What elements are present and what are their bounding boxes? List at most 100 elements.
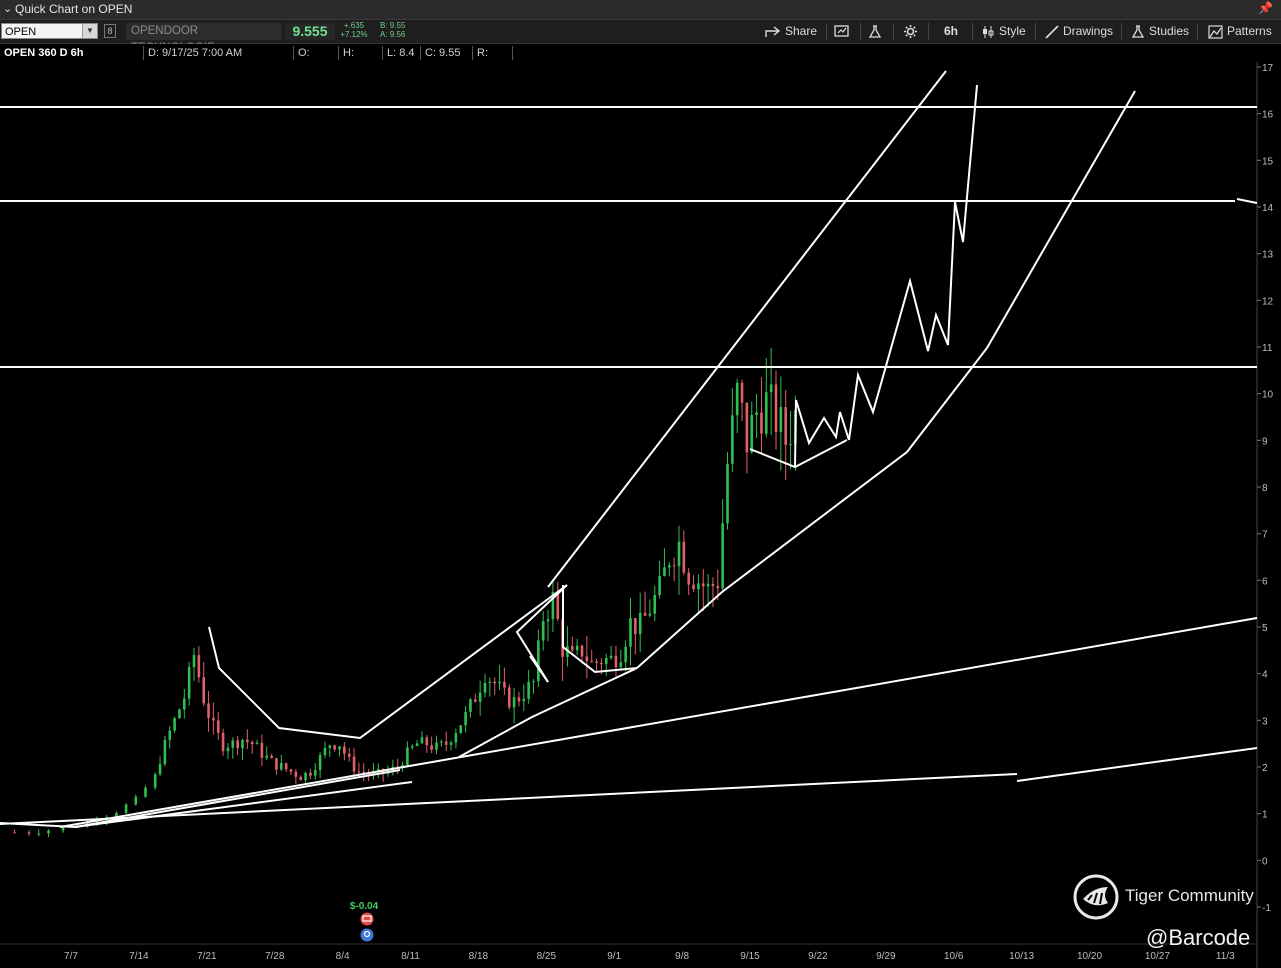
- drawings-label: Drawings: [1063, 24, 1114, 38]
- time-tick-label: 7/14: [129, 951, 149, 962]
- last-price: 9.555: [285, 23, 335, 40]
- candle-body: [503, 681, 506, 688]
- price-tick-label: 14: [1262, 203, 1274, 214]
- tiger-logo-icon: [1073, 874, 1119, 920]
- style-label: Style: [999, 24, 1026, 38]
- price-tick-label: 11: [1262, 343, 1273, 354]
- window-titlebar: ⌄ Quick Chart on OPEN 📌: [0, 0, 1281, 20]
- candle-body: [158, 764, 162, 775]
- chart-toolbar: ▼ 8 OPENDOOR TECHNOLOGIE 9.555 +.635 +7.…: [0, 20, 1281, 54]
- time-tick-label: 10/13: [1009, 951, 1034, 962]
- candle-body: [250, 741, 254, 745]
- candle-body: [740, 382, 744, 403]
- time-tick-label: 10/20: [1077, 951, 1102, 962]
- candle-body: [124, 804, 128, 814]
- candle-body: [653, 595, 657, 614]
- candle-body: [517, 697, 521, 702]
- toolbar-divider: [826, 23, 827, 40]
- info-marker-icon[interactable]: [360, 928, 374, 942]
- price-tick-label: 16: [1262, 110, 1274, 121]
- candle-body: [532, 681, 535, 683]
- price-tick-label: 12: [1262, 296, 1274, 307]
- candle-body: [187, 667, 191, 699]
- style-button[interactable]: Style: [981, 20, 1026, 43]
- collapse-chevron-icon[interactable]: ⌄: [3, 2, 12, 15]
- toolbar-divider: [860, 23, 861, 40]
- patterns-button[interactable]: Patterns: [1208, 20, 1272, 43]
- bar-range: R: 1.18: [473, 46, 513, 73]
- studies-button[interactable]: Studies: [1131, 20, 1189, 43]
- candle-body: [275, 758, 278, 770]
- candle-body: [357, 771, 361, 773]
- pen-icon: [1045, 25, 1059, 39]
- candle-body: [134, 796, 138, 805]
- ask-value: A: 9.56: [380, 30, 406, 39]
- toolbar-divider: [1121, 23, 1122, 40]
- candle-body: [328, 745, 332, 748]
- time-tick-label: 11/3: [1216, 951, 1235, 962]
- candle-body: [614, 655, 618, 668]
- candle-body: [643, 612, 647, 616]
- candle-body: [454, 733, 458, 743]
- bar-date: D: 9/17/25 7:00 AM: [144, 46, 294, 60]
- candle-body: [469, 699, 472, 712]
- candle-body: [711, 583, 715, 587]
- candle-body: [483, 682, 487, 693]
- candle-body: [309, 772, 312, 776]
- time-tick-label: 9/1: [607, 951, 621, 962]
- time-tick-label: 7/7: [64, 951, 78, 962]
- timeframe-selector[interactable]: 6h: [944, 20, 958, 43]
- candle-body: [595, 661, 598, 663]
- candle-body: [144, 787, 147, 797]
- link-icon[interactable]: 8: [104, 24, 116, 38]
- experiment-button[interactable]: [868, 20, 886, 43]
- candle-body: [692, 584, 695, 590]
- candle-body: [488, 681, 492, 683]
- price-tick-label: 4: [1262, 670, 1268, 681]
- candle-body: [299, 776, 302, 781]
- candle-body: [600, 662, 603, 665]
- share-button[interactable]: Share: [765, 20, 817, 43]
- time-tick-label: 8/18: [469, 951, 489, 962]
- candle-body: [585, 656, 589, 662]
- candle-body: [464, 711, 467, 726]
- candle-body: [541, 621, 545, 641]
- candle-body: [668, 565, 671, 568]
- candle-body: [527, 681, 530, 699]
- candle-body: [774, 384, 778, 432]
- chevron-down-icon[interactable]: ▼: [82, 24, 97, 38]
- candle-body: [37, 833, 41, 835]
- candle-body: [255, 742, 259, 745]
- symbol-input[interactable]: [2, 25, 83, 39]
- time-tick-label: 10/6: [944, 951, 964, 962]
- candle-body: [207, 703, 210, 718]
- candle-body: [444, 741, 448, 745]
- candle-body: [168, 730, 172, 740]
- candle-body: [750, 414, 754, 453]
- candle-body: [546, 619, 550, 622]
- candle-body: [280, 763, 283, 770]
- pin-icon[interactable]: 📌: [1258, 1, 1273, 15]
- candle-body: [537, 640, 540, 682]
- candle-body: [706, 583, 710, 587]
- candle-body: [241, 739, 244, 749]
- price-chart[interactable]: -101234567891011121314151617 7/7 7/14 7/21…: [0, 62, 1281, 968]
- chart-background: [0, 62, 1281, 968]
- change-percent: +7.12%: [340, 30, 368, 39]
- price-tick-label: 13: [1262, 250, 1274, 261]
- drawings-button[interactable]: Drawings: [1045, 20, 1113, 43]
- symbol-selector[interactable]: ▼: [1, 23, 98, 39]
- price-tick-label: 15: [1262, 156, 1274, 167]
- candle-body: [313, 769, 317, 776]
- flask-icon: [1131, 25, 1145, 38]
- chart-layout-button[interactable]: [834, 20, 854, 43]
- settings-button[interactable]: [903, 20, 922, 43]
- time-tick-label: 8/11: [401, 951, 420, 962]
- time-tick-label: 8/25: [537, 951, 557, 962]
- candle-body: [735, 382, 739, 416]
- candle-body: [726, 463, 729, 524]
- candle-body: [575, 645, 579, 651]
- candle-body: [760, 412, 763, 434]
- candle-body: [784, 407, 787, 445]
- layout-icon: [834, 25, 849, 37]
